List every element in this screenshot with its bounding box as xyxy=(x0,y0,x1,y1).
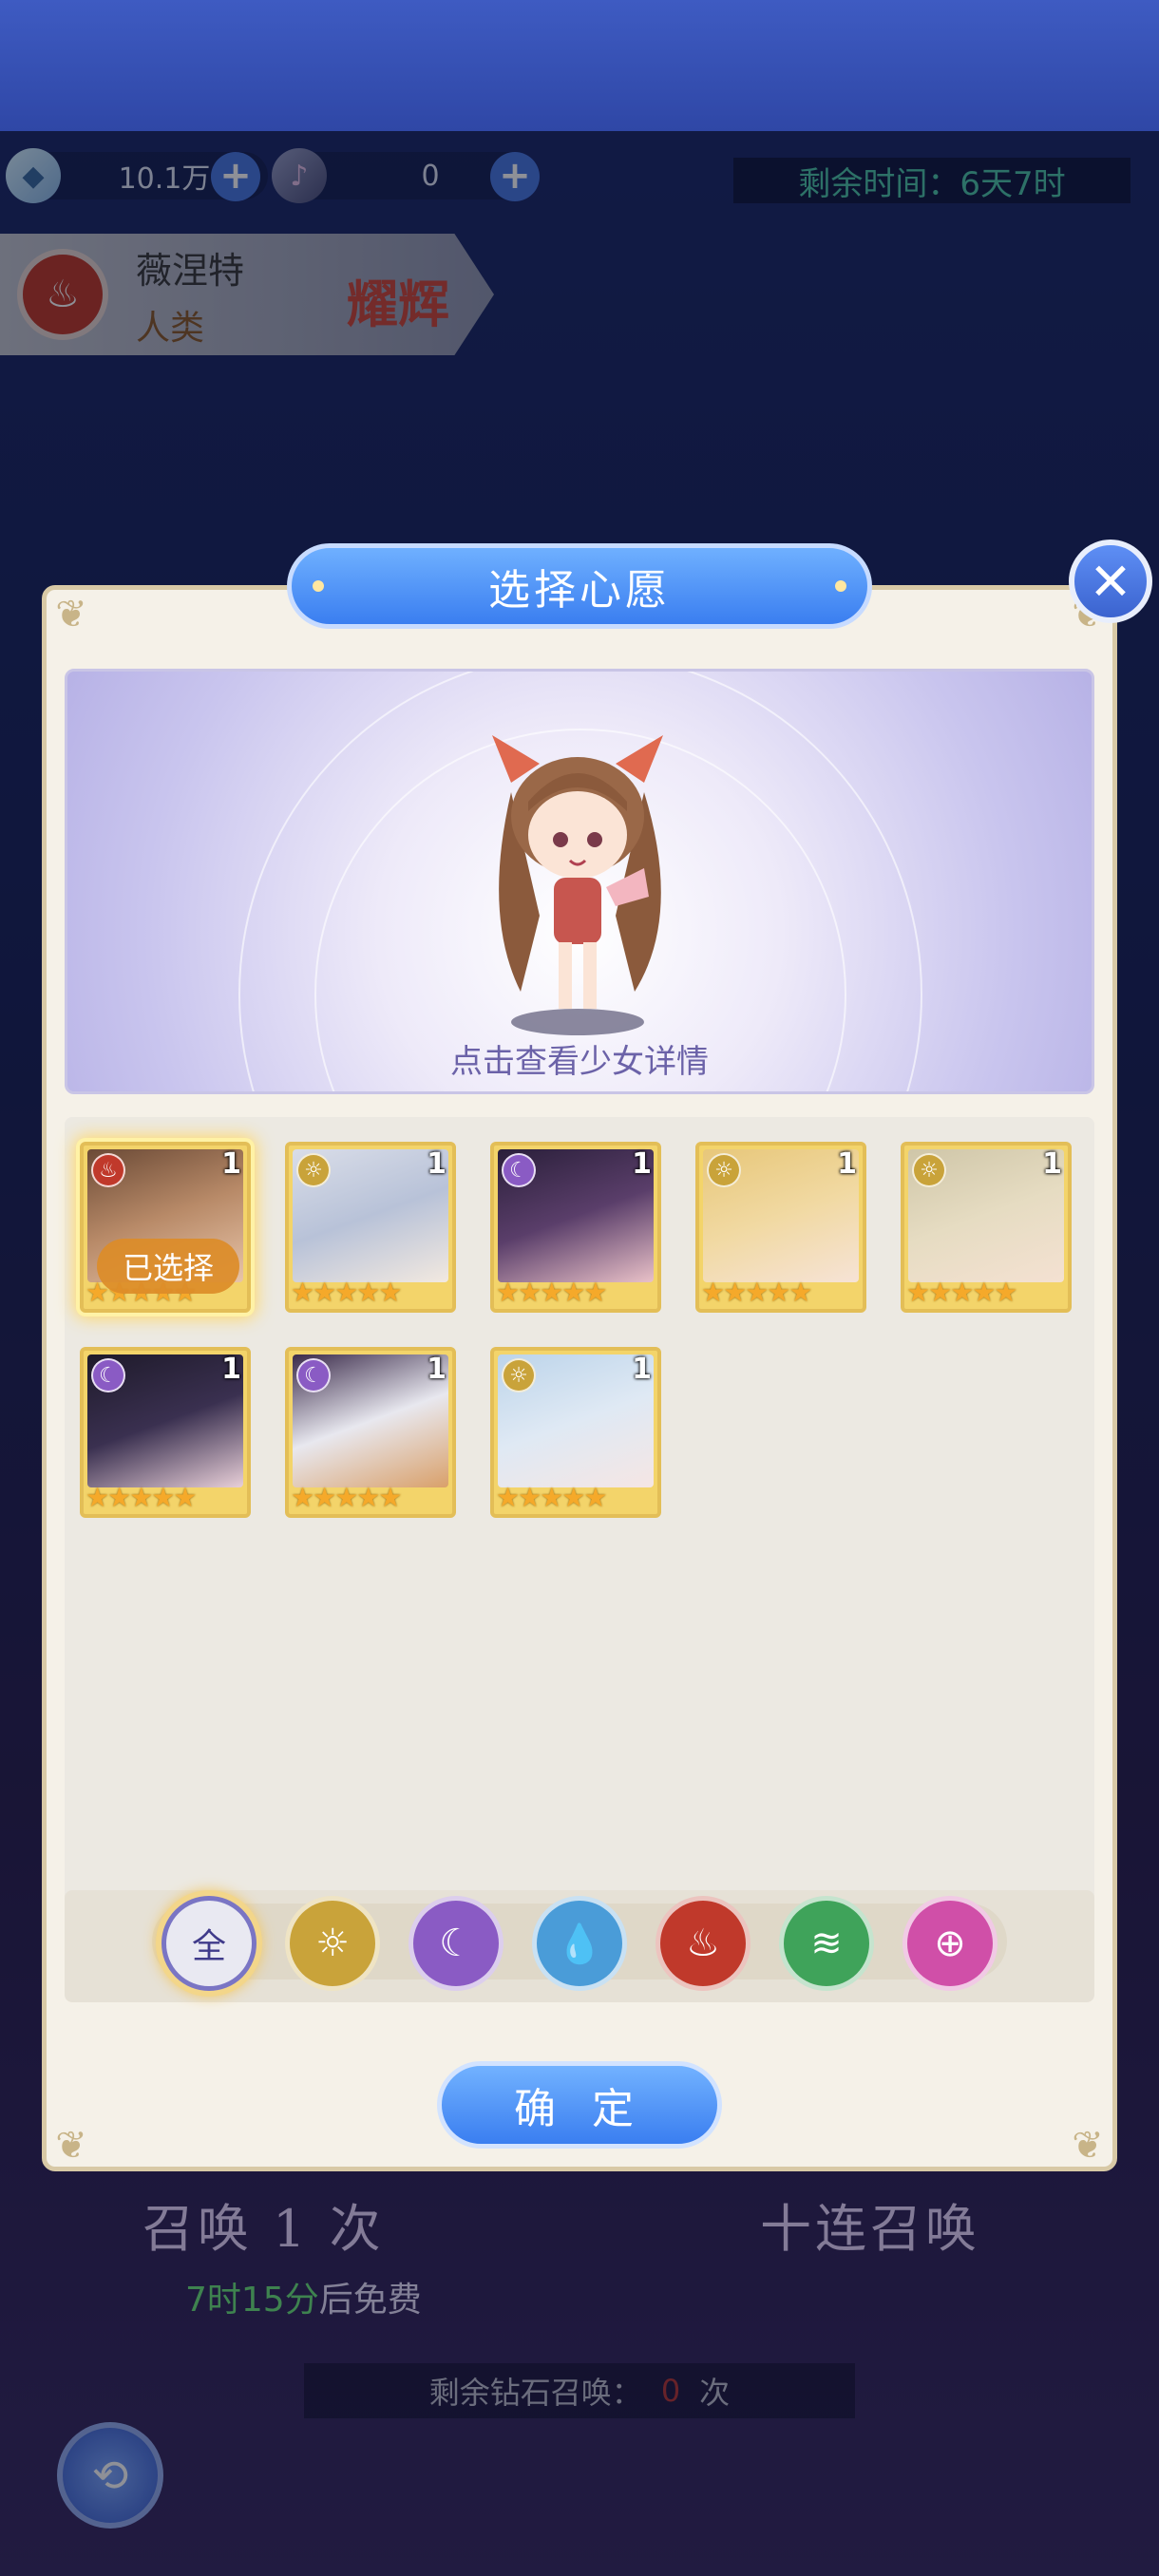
confirm-label: 确 定 xyxy=(514,2085,645,2133)
hero-card[interactable]: ♨ 1 ★★★★★ 已选择 xyxy=(80,1142,251,1313)
filter-light-button[interactable]: ☼ xyxy=(285,1896,380,1991)
hero-level: 1 xyxy=(632,1353,652,1386)
hero-level: 1 xyxy=(632,1147,652,1181)
close-icon: ✕ xyxy=(1089,551,1132,612)
hero-card[interactable]: ☼ 1 ★★★★★ xyxy=(285,1142,456,1313)
filter-cosmic-button[interactable]: ⊕ xyxy=(902,1896,998,1991)
hero-stars: ★★★★★ xyxy=(496,1482,608,1513)
hero-stars: ★★★★★ xyxy=(291,1277,403,1308)
selected-tag: 已选择 xyxy=(97,1239,239,1294)
hero-stars: ★★★★★ xyxy=(291,1482,403,1513)
top-banner xyxy=(0,0,1159,131)
corner-ornament-icon: ❦ xyxy=(55,2124,87,2168)
close-button[interactable]: ✕ xyxy=(1069,540,1152,623)
hero-card[interactable]: ☾ 1 ★★★★★ xyxy=(285,1347,456,1518)
hero-stars: ★★★★★ xyxy=(496,1277,608,1308)
light-icon: ☼ xyxy=(707,1153,741,1187)
preview-hint[interactable]: 点击查看少女详情 xyxy=(65,1035,1094,1082)
cosmic-icon: ⊕ xyxy=(934,1922,966,1965)
wind-icon: ≋ xyxy=(810,1922,843,1965)
hero-stars: ★★★★★ xyxy=(906,1277,1018,1308)
hero-card[interactable]: ☼ 1 ★★★★★ xyxy=(695,1142,866,1313)
title-dot-icon xyxy=(835,580,846,592)
dialog-title: 选择心愿 xyxy=(287,543,872,629)
hero-level: 1 xyxy=(427,1353,446,1386)
hero-card[interactable]: ☼ 1 ★★★★★ xyxy=(901,1142,1072,1313)
water-icon: 💧 xyxy=(556,1922,603,1966)
hero-card[interactable]: ☾ 1 ★★★★★ xyxy=(490,1142,661,1313)
filter-all-label: 全 xyxy=(191,1927,226,1966)
title-dot-icon xyxy=(313,580,324,592)
hero-stars: ★★★★★ xyxy=(701,1277,813,1308)
corner-ornament-icon: ❦ xyxy=(1072,2124,1104,2168)
light-icon: ☼ xyxy=(912,1153,946,1187)
light-icon: ☼ xyxy=(296,1153,331,1187)
hero-card[interactable]: ☾ 1 ★★★★★ xyxy=(80,1347,251,1518)
confirm-button[interactable]: 确 定 xyxy=(437,2061,722,2149)
corner-ornament-icon: ❦ xyxy=(55,593,87,636)
light-icon: ☼ xyxy=(315,1922,350,1965)
dark-icon: ☾ xyxy=(296,1358,331,1392)
hero-chibi-illustration[interactable] xyxy=(454,726,701,1039)
fire-icon: ♨ xyxy=(686,1922,720,1965)
filter-wind-button[interactable]: ≋ xyxy=(779,1896,874,1991)
hero-level: 1 xyxy=(837,1147,857,1181)
hero-level: 1 xyxy=(221,1353,241,1386)
dark-icon: ☾ xyxy=(91,1358,125,1392)
hero-level: 1 xyxy=(1042,1147,1062,1181)
hero-level: 1 xyxy=(221,1147,241,1181)
dialog-title-text: 选择心愿 xyxy=(488,566,671,615)
dark-icon: ☾ xyxy=(439,1922,473,1965)
filter-fire-button[interactable]: ♨ xyxy=(656,1896,750,1991)
filter-all-button[interactable]: 全 xyxy=(162,1896,256,1991)
filter-dark-button[interactable]: ☾ xyxy=(408,1896,504,1991)
hero-level: 1 xyxy=(427,1147,446,1181)
filter-water-button[interactable]: 💧 xyxy=(532,1896,627,1991)
fire-icon: ♨ xyxy=(91,1153,125,1187)
light-icon: ☼ xyxy=(502,1358,536,1392)
hero-stars: ★★★★★ xyxy=(86,1482,198,1513)
dark-icon: ☾ xyxy=(502,1153,536,1187)
hero-card[interactable]: ☼ 1 ★★★★★ xyxy=(490,1347,661,1518)
